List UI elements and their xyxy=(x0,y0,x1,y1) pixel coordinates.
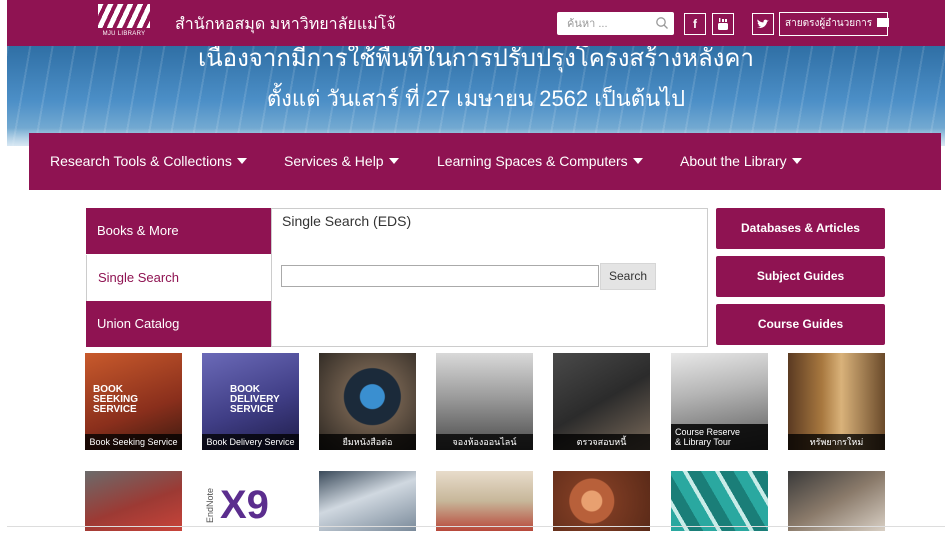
tile-renew-books[interactable]: ยืมหนังสือต่อ xyxy=(319,353,416,450)
caret-down-icon xyxy=(632,158,643,164)
library-logo[interactable]: MJU LIBRARY xyxy=(91,4,161,42)
main-navigation: Research Tools & Collections Services & … xyxy=(29,133,941,190)
nav-label: Services & Help xyxy=(284,153,384,169)
eds-search-panel: Single Search (EDS) Search xyxy=(271,208,708,347)
databases-articles-button[interactable]: Databases & Articles xyxy=(716,208,885,249)
nav-label: Learning Spaces & Computers xyxy=(437,153,628,169)
page-divider xyxy=(7,526,945,527)
tile-row2-7[interactable] xyxy=(788,471,885,531)
nav-label: About the Library xyxy=(680,153,787,169)
search-tabs: Books & More Single Search Union Catalog xyxy=(86,208,271,347)
endnote-x9-text: X9 xyxy=(220,483,269,527)
site-title[interactable]: สำนักหอสมุด มหาวิทยาลัยแม่โจ้ xyxy=(175,12,396,37)
tile-row2-3[interactable] xyxy=(319,471,416,531)
endnote-label: EndNote xyxy=(205,487,215,523)
nav-learning-spaces[interactable]: Learning Spaces & Computers xyxy=(437,133,643,190)
tile-endnote-x9[interactable]: EndNote X9 xyxy=(202,471,299,531)
mail-icon xyxy=(876,18,889,27)
subject-guides-button[interactable]: Subject Guides xyxy=(716,256,885,297)
tile-row2-4[interactable] xyxy=(436,471,533,531)
course-guides-button[interactable]: Course Guides xyxy=(716,304,885,345)
tile-caption: ตรวจสอบหนี้ xyxy=(553,434,650,450)
tab-single-search[interactable]: Single Search xyxy=(86,255,271,301)
tile-caption: ทรัพยากรใหม่ xyxy=(788,434,885,450)
tile-caption: ยืมหนังสือต่อ xyxy=(319,434,416,450)
tile-check-fines[interactable]: ตรวจสอบหนี้ xyxy=(553,353,650,450)
tile-book-seeking-service[interactable]: BOOK SEEKING SERVICE Book Seeking Servic… xyxy=(85,353,182,450)
nav-about-library[interactable]: About the Library xyxy=(680,133,802,190)
youtube-icon[interactable] xyxy=(712,13,734,35)
tile-caption-line2: & Library Tour xyxy=(675,437,731,447)
tile-caption: Book Delivery Service xyxy=(202,434,299,450)
tile-caption: จองห้องออนไลน์ xyxy=(436,434,533,450)
tile-row2-6[interactable] xyxy=(671,471,768,531)
tile-online-room-booking[interactable]: จองห้องออนไลน์ xyxy=(436,353,533,450)
tile-row2-5[interactable] xyxy=(553,471,650,531)
eds-search-button[interactable]: Search xyxy=(600,263,656,290)
tab-books-and-more[interactable]: Books & More xyxy=(86,208,271,254)
caret-down-icon xyxy=(236,158,247,164)
panel-title: Single Search (EDS) xyxy=(282,213,412,229)
top-header-bar: MJU LIBRARY สำนักหอสมุด มหาวิทยาลัยแม่โจ… xyxy=(7,0,945,46)
tile-image-text: BOOK DELIVERY SERVICE xyxy=(230,384,280,415)
tile-row2-1[interactable] xyxy=(85,471,182,531)
caret-down-icon xyxy=(388,158,399,164)
tile-image-text: BOOK SEEKING SERVICE xyxy=(93,384,139,415)
search-icon[interactable] xyxy=(654,15,670,31)
tile-caption: Course Reserve & Library Tour xyxy=(671,424,768,450)
banner-text-line1: เนื่องจากมีการใช้พื้นที่ในการปรับปรุงโคร… xyxy=(198,46,754,72)
banner-text-line2: ตั้งแต่ วันเสาร์ ที่ 27 เมษายน 2562 เป็น… xyxy=(266,86,686,111)
site-search-box xyxy=(557,12,674,35)
nav-research-tools[interactable]: Research Tools & Collections xyxy=(50,133,247,190)
tile-caption: Book Seeking Service xyxy=(85,434,182,450)
director-contact-link[interactable]: สายตรงผู้อำนวยการ xyxy=(779,12,889,36)
twitter-icon[interactable] xyxy=(752,13,774,35)
nav-services-help[interactable]: Services & Help xyxy=(284,133,399,190)
facebook-icon[interactable]: f xyxy=(684,13,706,35)
director-link-label: สายตรงผู้อำนวยการ xyxy=(785,18,873,29)
logo-mark-icon xyxy=(98,4,150,28)
tile-new-resources[interactable]: ทรัพยากรใหม่ xyxy=(788,353,885,450)
logo-caption: MJU LIBRARY xyxy=(102,31,146,37)
page: MJU LIBRARY สำนักหอสมุด มหาวิทยาลัยแม่โจ… xyxy=(0,0,952,535)
tile-course-reserve[interactable]: Course Reserve & Library Tour xyxy=(671,353,768,450)
site-search-input[interactable] xyxy=(557,12,652,35)
caret-down-icon xyxy=(791,158,802,164)
tab-union-catalog[interactable]: Union Catalog xyxy=(86,301,271,347)
tile-book-delivery-service[interactable]: BOOK DELIVERY SERVICE Book Delivery Serv… xyxy=(202,353,299,450)
eds-search-input[interactable] xyxy=(281,265,599,287)
announcement-banner: เนื่องจากมีการใช้พื้นที่ในการปรับปรุงโคร… xyxy=(7,46,945,146)
tile-caption-line1: Course Reserve xyxy=(675,427,741,437)
nav-label: Research Tools & Collections xyxy=(50,153,232,169)
